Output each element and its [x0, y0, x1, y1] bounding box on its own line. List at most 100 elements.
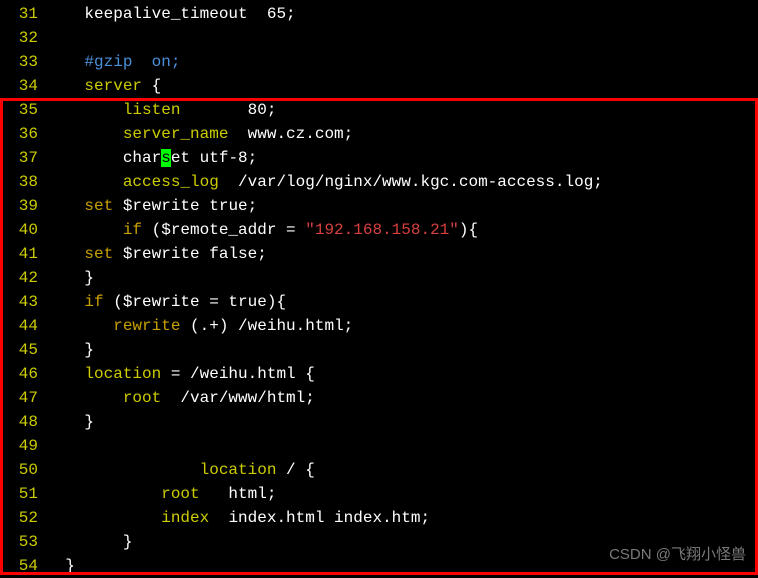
line-number: 45	[0, 338, 46, 362]
code-line[interactable]: 37 charset utf-8;	[0, 146, 758, 170]
code-token: {	[142, 77, 161, 95]
code-token	[46, 173, 123, 191]
code-token: location	[84, 365, 161, 383]
code-line[interactable]: 46 location = /weihu.html {	[0, 362, 758, 386]
code-token: www.cz.com;	[228, 125, 353, 143]
code-line[interactable]: 49	[0, 434, 758, 458]
line-content[interactable]: }	[46, 266, 94, 290]
line-content[interactable]: }	[46, 554, 75, 578]
code-token: set	[84, 245, 113, 263]
line-content[interactable]: root html;	[46, 482, 276, 506]
code-line[interactable]: 43 if ($rewrite = true){	[0, 290, 758, 314]
code-token	[46, 101, 123, 119]
line-content[interactable]: }	[46, 338, 94, 362]
code-token: server_name	[123, 125, 229, 143]
code-line[interactable]: 50 location / {	[0, 458, 758, 482]
line-number: 41	[0, 242, 46, 266]
code-token	[180, 101, 247, 119]
code-token: = /weihu.html {	[161, 365, 315, 383]
code-line[interactable]: 36 server_name www.cz.com;	[0, 122, 758, 146]
code-token: /var/www/html;	[161, 389, 315, 407]
code-token: $rewrite true;	[113, 197, 257, 215]
line-content[interactable]: root /var/www/html;	[46, 386, 315, 410]
line-number: 44	[0, 314, 46, 338]
line-content[interactable]: rewrite (.+) /weihu.html;	[46, 314, 353, 338]
code-line[interactable]: 35 listen 80;	[0, 98, 758, 122]
code-token: ;	[267, 101, 277, 119]
code-token: set	[84, 197, 113, 215]
code-token: server	[84, 77, 142, 95]
line-number: 39	[0, 194, 46, 218]
code-token: ($rewrite = true){	[104, 293, 286, 311]
code-token: ){	[459, 221, 478, 239]
code-line[interactable]: 33 #gzip on;	[0, 50, 758, 74]
line-number: 36	[0, 122, 46, 146]
code-line[interactable]: 53 }	[0, 530, 758, 554]
code-line[interactable]: 38 access_log /var/log/nginx/www.kgc.com…	[0, 170, 758, 194]
line-content[interactable]: location / {	[46, 458, 315, 482]
code-token	[46, 221, 123, 239]
line-content[interactable]: index index.html index.htm;	[46, 506, 430, 530]
code-line[interactable]: 54 }	[0, 554, 758, 578]
line-content[interactable]: listen 80;	[46, 98, 276, 122]
line-content[interactable]: }	[46, 410, 94, 434]
code-token: }	[46, 533, 132, 551]
code-token: / {	[276, 461, 314, 479]
line-content[interactable]: charset utf-8;	[46, 146, 257, 170]
code-line[interactable]: 42 }	[0, 266, 758, 290]
code-line[interactable]: 31 keepalive_timeout 65;	[0, 2, 758, 26]
code-token	[46, 125, 123, 143]
line-content[interactable]: #gzip on;	[46, 50, 180, 74]
code-token	[46, 461, 200, 479]
code-token: }	[46, 413, 94, 431]
code-line[interactable]: 47 root /var/www/html;	[0, 386, 758, 410]
code-token: $rewrite false;	[113, 245, 267, 263]
code-token: #gzip on;	[84, 53, 180, 71]
line-number: 54	[0, 554, 46, 578]
code-token: if	[123, 221, 142, 239]
line-number: 33	[0, 50, 46, 74]
code-token	[46, 509, 161, 527]
line-content[interactable]: set $rewrite true;	[46, 194, 257, 218]
line-content[interactable]: set $rewrite false;	[46, 242, 267, 266]
code-line[interactable]: 44 rewrite (.+) /weihu.html;	[0, 314, 758, 338]
code-line[interactable]: 48 }	[0, 410, 758, 434]
line-number: 49	[0, 434, 46, 458]
code-token: }	[46, 269, 94, 287]
code-token: /var/log/nginx/www.kgc.com-access.log;	[219, 173, 603, 191]
code-token	[46, 197, 84, 215]
code-token: root	[161, 485, 199, 503]
code-editor[interactable]: 31 keepalive_timeout 65;3233 #gzip on;34…	[0, 0, 758, 578]
code-token: 80	[248, 101, 267, 119]
code-token	[46, 317, 113, 335]
code-line[interactable]: 39 set $rewrite true;	[0, 194, 758, 218]
code-token	[46, 293, 84, 311]
line-number: 32	[0, 26, 46, 50]
line-content[interactable]: location = /weihu.html {	[46, 362, 315, 386]
line-content[interactable]: access_log /var/log/nginx/www.kgc.com-ac…	[46, 170, 603, 194]
line-content[interactable]: if ($remote_addr = "192.168.158.21"){	[46, 218, 478, 242]
code-token	[46, 485, 161, 503]
code-line[interactable]: 40 if ($remote_addr = "192.168.158.21"){	[0, 218, 758, 242]
line-number: 46	[0, 362, 46, 386]
code-line[interactable]: 41 set $rewrite false;	[0, 242, 758, 266]
code-token: }	[46, 557, 75, 575]
code-token: ;	[286, 5, 296, 23]
line-number: 53	[0, 530, 46, 554]
line-content[interactable]: if ($rewrite = true){	[46, 290, 286, 314]
code-line[interactable]: 52 index index.html index.htm;	[0, 506, 758, 530]
code-token	[46, 389, 123, 407]
code-line[interactable]: 51 root html;	[0, 482, 758, 506]
code-line[interactable]: 34 server {	[0, 74, 758, 98]
line-content[interactable]: }	[46, 530, 132, 554]
code-token: char	[46, 149, 161, 167]
line-content[interactable]: keepalive_timeout 65;	[46, 2, 296, 26]
line-content[interactable]: server {	[46, 74, 161, 98]
line-content[interactable]: server_name www.cz.com;	[46, 122, 353, 146]
code-token: location	[200, 461, 277, 479]
code-line[interactable]: 32	[0, 26, 758, 50]
code-line[interactable]: 45 }	[0, 338, 758, 362]
line-number: 34	[0, 74, 46, 98]
code-token: if	[84, 293, 103, 311]
code-token: access_log	[123, 173, 219, 191]
